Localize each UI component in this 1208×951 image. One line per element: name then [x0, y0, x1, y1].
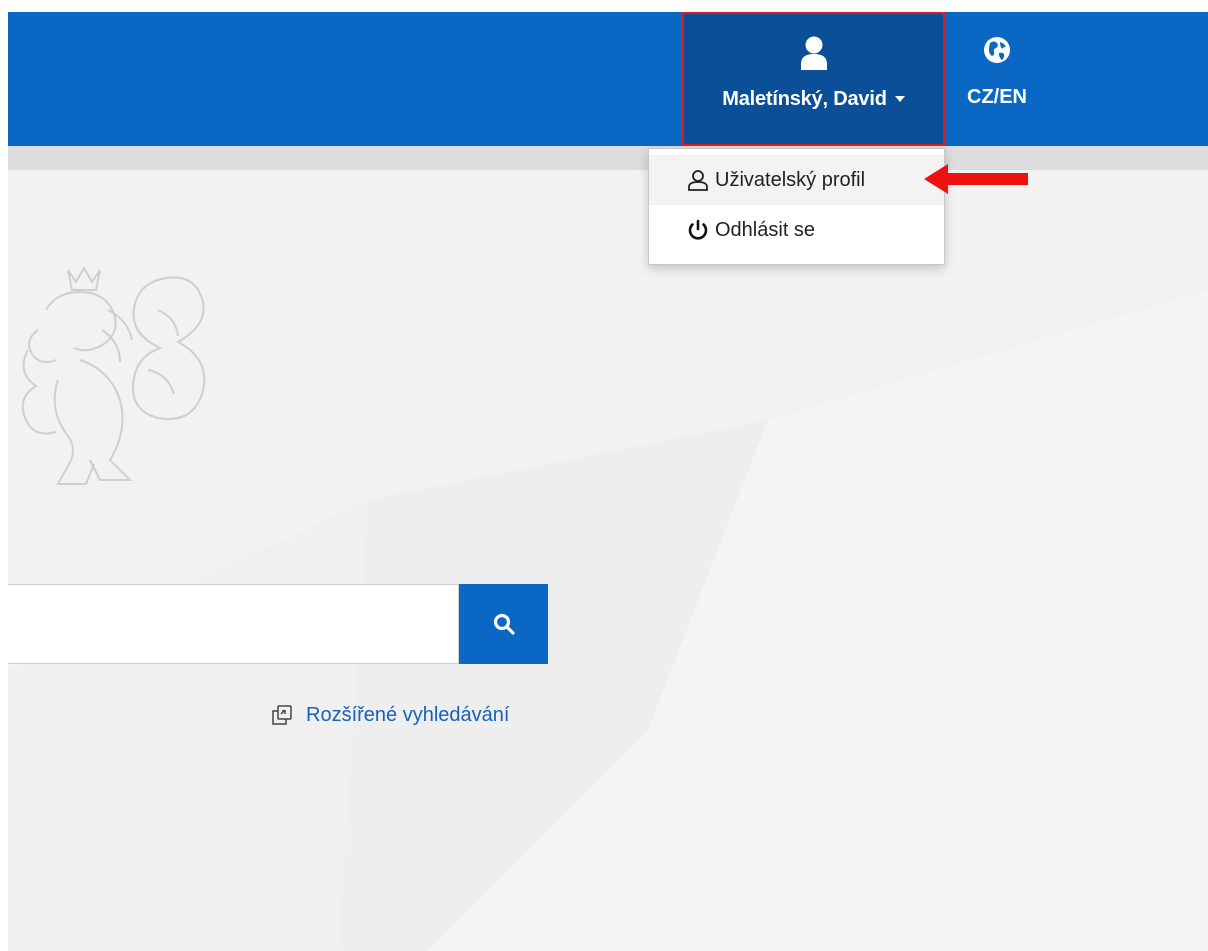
user-icon: [800, 36, 827, 70]
copy-icon: [272, 705, 292, 725]
advanced-search-link[interactable]: Rozšířené vyhledávání: [270, 700, 509, 730]
user-dropdown-menu: Uživatelský profil Odhlásit se: [648, 148, 945, 265]
menu-item-logout[interactable]: Odhlásit se: [649, 205, 944, 255]
caret-down-icon: [894, 96, 905, 102]
menu-item-label: Odhlásit se: [715, 218, 816, 241]
search-bar: [8, 584, 548, 666]
search-button[interactable]: [459, 584, 548, 664]
menu-item-user-profile[interactable]: Uživatelský profil: [649, 155, 944, 205]
globe-icon: [984, 37, 1010, 63]
language-switch[interactable]: CZ/EN: [960, 12, 1034, 146]
search-input[interactable]: [8, 584, 459, 664]
user-name-text: Maletínský, David: [722, 88, 887, 110]
power-icon: [688, 219, 708, 240]
lion-emblem-logo: [21, 265, 206, 485]
advanced-search-label: Rozšířené vyhledávání: [306, 703, 510, 726]
sub-header-strip: [8, 146, 1208, 170]
search-icon: [493, 613, 515, 635]
user-name-label: Maletínský, David: [684, 88, 943, 111]
language-label: CZ/EN: [967, 86, 1027, 108]
annotation-arrow-icon: [924, 164, 1028, 194]
user-outline-icon: [688, 170, 708, 191]
user-menu-button[interactable]: Maletínský, David: [682, 12, 945, 146]
top-bar: Maletínský, David CZ/EN: [8, 12, 1208, 146]
menu-item-label: Uživatelský profil: [715, 168, 866, 191]
app-viewport: Maletínský, David CZ/EN Uživatelský prof…: [8, 12, 1208, 951]
